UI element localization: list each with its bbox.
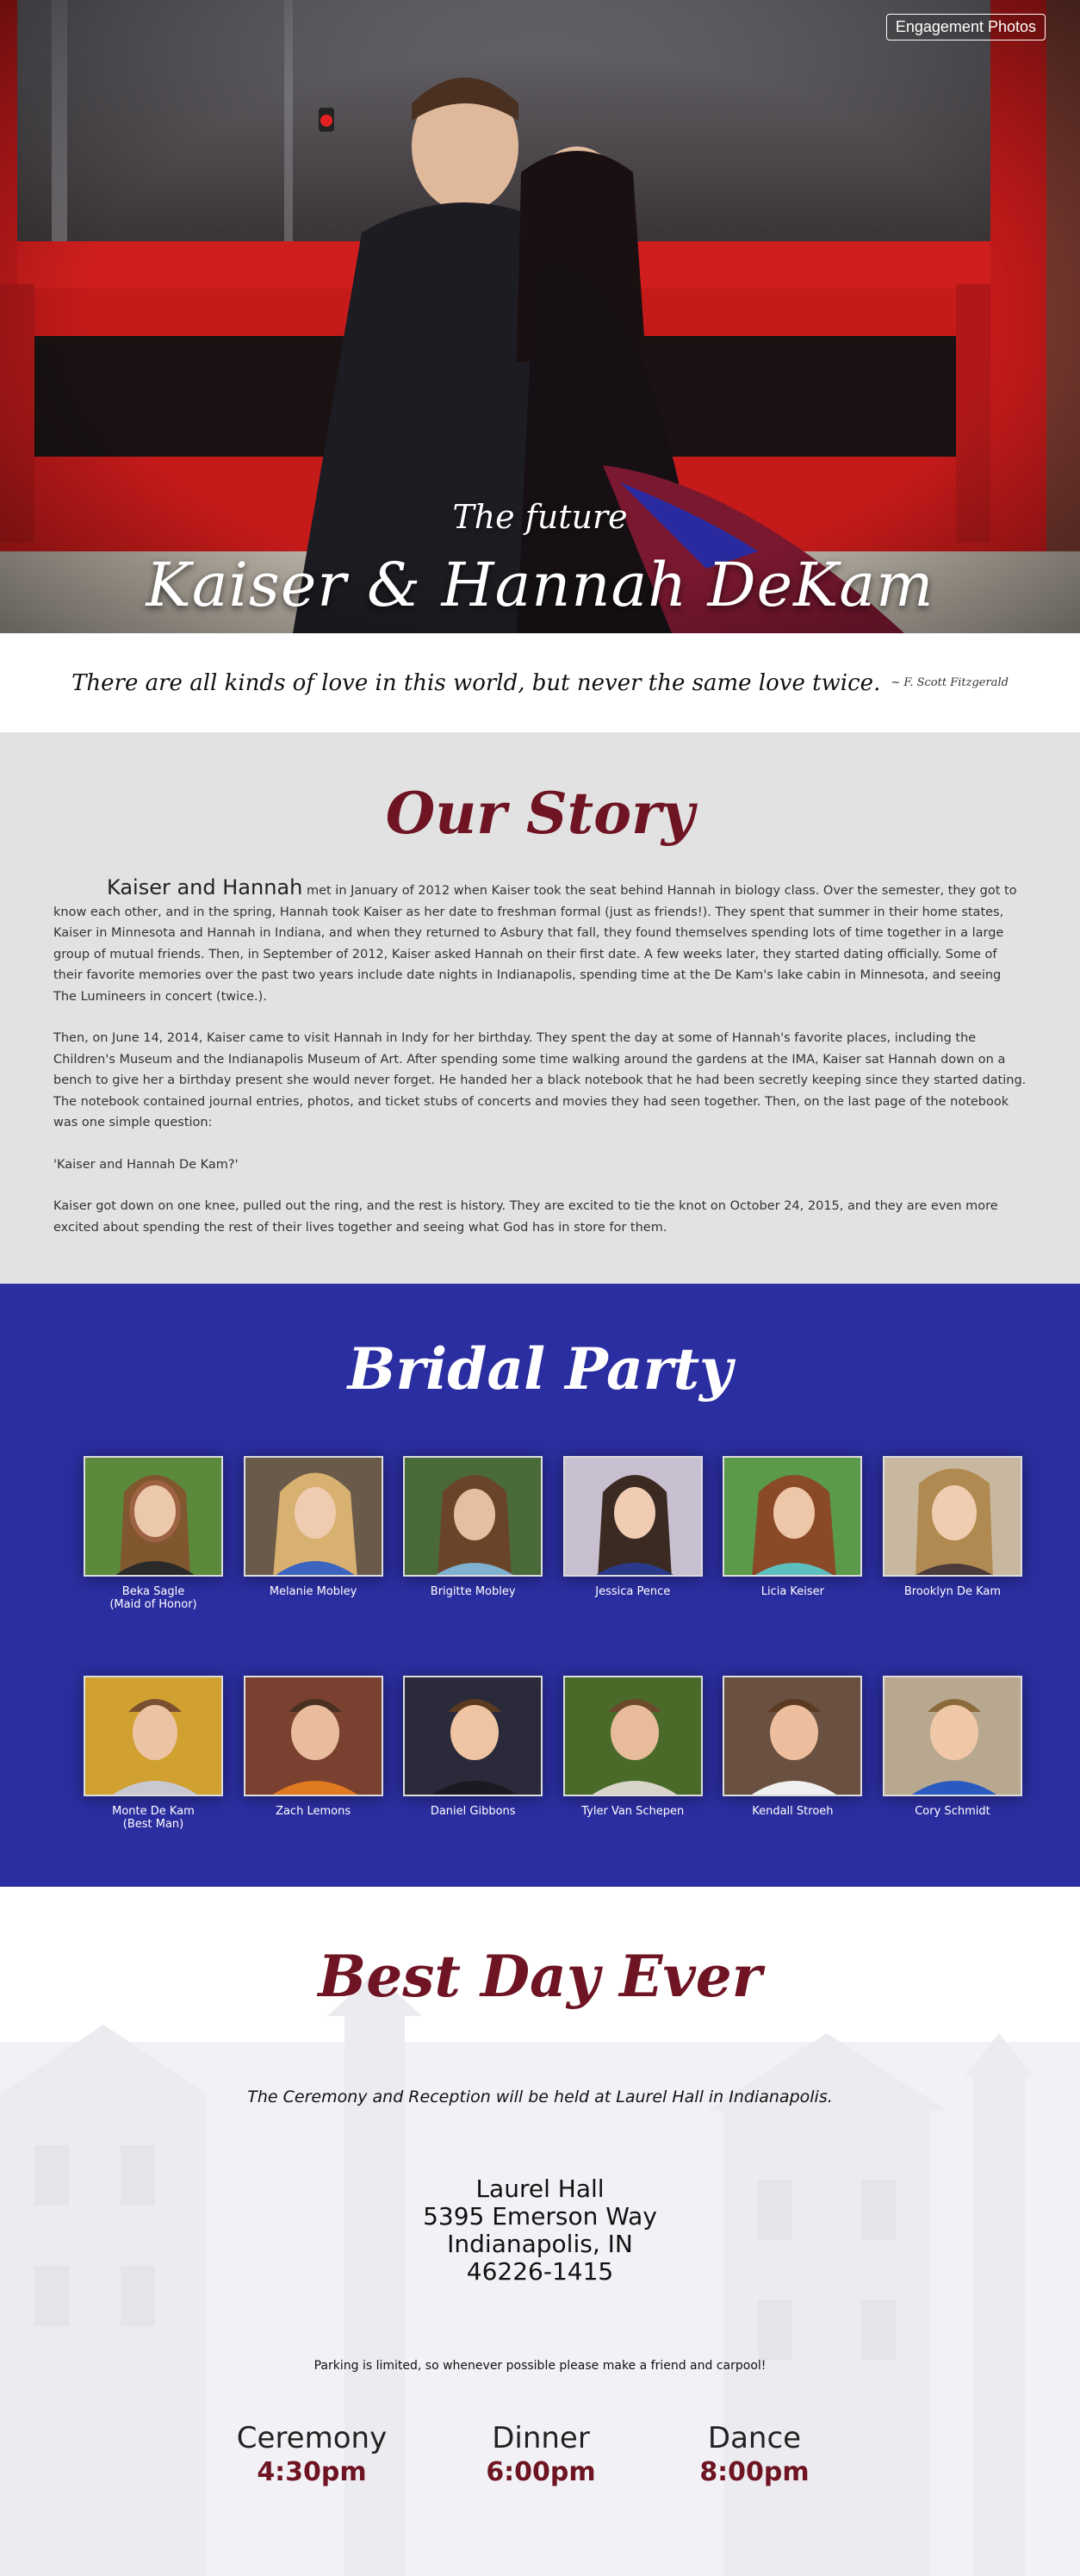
party-member[interactable]: Tyler Van Schepen bbox=[562, 1676, 703, 1831]
member-photo bbox=[403, 1456, 543, 1577]
schedule-time: 4:30pm bbox=[257, 2457, 367, 2487]
venue-line: The Ceremony and Reception will be held … bbox=[247, 2088, 833, 2106]
member-photo bbox=[403, 1676, 543, 1796]
address-line-2: 5395 Emerson Way bbox=[423, 2202, 657, 2231]
party-member[interactable]: Kendall Stroeh bbox=[723, 1676, 863, 1831]
story-paragraph-4: Kaiser got down on one knee, pulled out … bbox=[53, 1199, 998, 1235]
groomsmen-row: Monte De Kam (Best Man) Zach Lemons Dani… bbox=[84, 1676, 1022, 1831]
member-name: Cory Schmidt bbox=[915, 1805, 990, 1818]
our-story-title: Our Story bbox=[385, 780, 695, 847]
schedule-time: 8:00pm bbox=[699, 2457, 810, 2487]
story-paragraph-1-text: met in January of 2012 when Kaiser took … bbox=[53, 884, 1017, 1004]
member-name: Brooklyn De Kam bbox=[903, 1585, 1002, 1598]
party-member[interactable]: Daniel Gibbons bbox=[403, 1676, 543, 1831]
story-paragraph-2: Then, on June 14, 2014, Kaiser came to v… bbox=[53, 1031, 1027, 1129]
member-photo bbox=[243, 1676, 383, 1796]
member-name: Melanie Mobley bbox=[269, 1585, 357, 1598]
party-member[interactable]: Brooklyn De Kam bbox=[882, 1456, 1022, 1611]
member-photo bbox=[882, 1676, 1022, 1796]
address-line-3: Indianapolis, IN bbox=[447, 2230, 633, 2258]
bridal-party-title: Bridal Party bbox=[347, 1335, 733, 1403]
member-photo bbox=[562, 1456, 703, 1577]
party-member[interactable]: Zach Lemons bbox=[243, 1676, 383, 1831]
quote-author: ~ F. Scott Fitzgerald bbox=[891, 676, 1009, 689]
schedule-label: Dinner bbox=[492, 2421, 590, 2455]
bridesmaids-row: Beka Sagle (Maid of Honor) Melanie Moble… bbox=[84, 1456, 1022, 1611]
engagement-photo bbox=[0, 0, 1080, 633]
story-lead: Kaiser and Hannah bbox=[107, 875, 303, 899]
party-member[interactable]: Monte De Kam (Best Man) bbox=[84, 1676, 223, 1831]
hero-banner: Engagement Photos The future Kaiser & Ha… bbox=[0, 0, 1080, 633]
member-role: (Best Man) bbox=[122, 1818, 184, 1831]
address-line-1: Laurel Hall bbox=[475, 2175, 605, 2203]
our-story-section: Our Story Kaiser and Hannah met in Janua… bbox=[0, 732, 1080, 1284]
best-day-section: Best Day Ever The Ceremony and Reception… bbox=[0, 1887, 1080, 2576]
best-day-title: Best Day Ever bbox=[318, 1943, 762, 2010]
party-member[interactable]: Melanie Mobley bbox=[243, 1456, 383, 1611]
engagement-photos-button[interactable]: Engagement Photos bbox=[885, 14, 1046, 40]
hero-couple-names: Kaiser & Hannah DeKam bbox=[146, 550, 934, 620]
story-body: Kaiser and Hannah met in January of 2012… bbox=[53, 877, 1027, 1259]
story-paragraph-1: Kaiser and Hannah met in January of 2012… bbox=[53, 877, 1027, 1007]
quote-section: There are all kinds of love in this worl… bbox=[0, 633, 1080, 732]
member-photo bbox=[723, 1456, 863, 1577]
member-name: Monte De Kam bbox=[112, 1805, 195, 1818]
schedule-label: Ceremony bbox=[236, 2421, 388, 2455]
schedule-label: Dance bbox=[707, 2421, 802, 2455]
member-role: (Maid of Honor) bbox=[109, 1598, 197, 1611]
quote-text: There are all kinds of love in this worl… bbox=[71, 669, 881, 696]
schedule-dance: Dance 8:00pm bbox=[660, 2421, 849, 2487]
party-member[interactable]: Cory Schmidt bbox=[882, 1676, 1022, 1831]
party-member[interactable]: Brigitte Mobley bbox=[403, 1456, 543, 1611]
member-name: Beka Sagle bbox=[121, 1585, 185, 1598]
member-photo bbox=[562, 1676, 703, 1796]
address-line-4: 46226-1415 bbox=[466, 2257, 614, 2286]
bridal-party-section: Bridal Party Beka Sagle (Maid of Honor) … bbox=[0, 1284, 1080, 1887]
venue-address: Laurel Hall 5395 Emerson Way Indianapoli… bbox=[0, 2175, 1080, 2286]
parking-note: Parking is limited, so whenever possible… bbox=[313, 2359, 767, 2373]
hero-subtitle: The future bbox=[452, 498, 628, 536]
member-name: Tyler Van Schepen bbox=[581, 1805, 685, 1818]
party-member[interactable]: Licia Keiser bbox=[723, 1456, 863, 1611]
member-photo bbox=[882, 1456, 1022, 1577]
member-name: Daniel Gibbons bbox=[430, 1805, 516, 1818]
member-photo bbox=[84, 1676, 223, 1796]
member-name: Zach Lemons bbox=[276, 1805, 351, 1818]
member-photo bbox=[84, 1456, 223, 1577]
schedule-time: 6:00pm bbox=[486, 2457, 596, 2487]
member-name: Brigitte Mobley bbox=[430, 1585, 516, 1598]
party-member[interactable]: Jessica Pence bbox=[562, 1456, 703, 1611]
story-paragraph-3: 'Kaiser and Hannah De Kam?' bbox=[53, 1157, 239, 1172]
member-photo bbox=[243, 1456, 383, 1577]
schedule-dinner: Dinner 6:00pm bbox=[446, 2421, 636, 2487]
member-name: Licia Keiser bbox=[760, 1585, 825, 1598]
party-member[interactable]: Beka Sagle (Maid of Honor) bbox=[84, 1456, 223, 1611]
member-photo bbox=[723, 1676, 863, 1796]
member-name: Kendall Stroeh bbox=[752, 1805, 834, 1818]
schedule-ceremony: Ceremony 4:30pm bbox=[217, 2421, 407, 2487]
member-name: Jessica Pence bbox=[595, 1585, 671, 1598]
